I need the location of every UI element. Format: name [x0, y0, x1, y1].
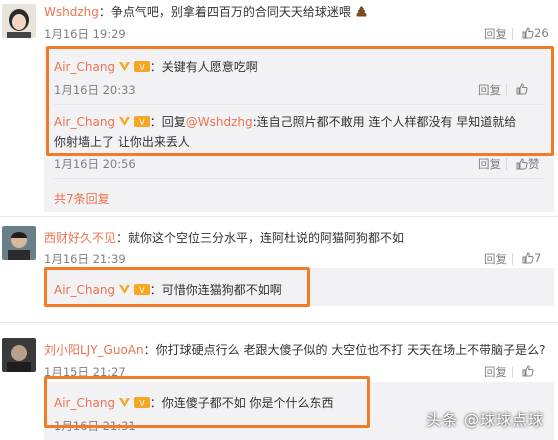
- like-count: 26: [534, 26, 549, 40]
- thumbs-up-icon: [522, 27, 534, 39]
- like-count: 7: [534, 251, 542, 265]
- comment-body: 刘小阳LJY_GuoAn：你打球硬点行么 老跟大傻子似的 大空位也不打 天天在场…: [44, 341, 554, 358]
- comment-username[interactable]: Wshdzhg: [44, 5, 99, 19]
- more-replies-link[interactable]: 共7条回复: [54, 190, 110, 207]
- comment-text: 就你这个空位三分水平，连阿杜说的阿猫阿狗都不如: [128, 231, 405, 245]
- divider: [54, 178, 544, 179]
- comment-text: 争点气吧，别拿着四百万的合同天天给球迷喂: [110, 5, 351, 19]
- comment-username[interactable]: 西财好久不见: [44, 231, 116, 245]
- reply-time: 1月16日 20:56: [54, 157, 136, 171]
- reply-button[interactable]: 回复: [478, 156, 501, 172]
- like-button[interactable]: 赞: [516, 156, 540, 172]
- thumbs-up-icon: [522, 252, 534, 264]
- thumbs-up-icon: [516, 158, 528, 170]
- like-button[interactable]: 7: [522, 251, 541, 265]
- separator: ：: [116, 231, 129, 245]
- divider: [506, 158, 507, 170]
- highlight-box: [46, 46, 554, 156]
- reply-button[interactable]: 回复: [484, 364, 507, 380]
- reply-button[interactable]: 回复: [484, 251, 507, 267]
- separator: ：: [143, 343, 156, 357]
- divider: [0, 216, 558, 217]
- comment-text: 你打球硬点行么 老跟大傻子似的 大空位也不打 天天在场上不带脑子是么?: [155, 343, 546, 357]
- like-button[interactable]: 26: [522, 26, 549, 40]
- divider: [0, 322, 558, 323]
- avatar[interactable]: [2, 226, 36, 260]
- comment-username[interactable]: 刘小阳LJY_GuoAn: [44, 343, 144, 357]
- separator: ：: [98, 5, 111, 19]
- thumbs-up-icon: [522, 365, 534, 377]
- like-label: 赞: [528, 157, 540, 171]
- reply-button[interactable]: 回复: [484, 26, 507, 42]
- divider: [512, 28, 513, 40]
- highlight-box: [44, 376, 370, 428]
- divider: [512, 253, 513, 265]
- comment-time: 1月16日 21:39: [44, 252, 126, 266]
- comment-body: 西财好久不见：就你这个空位三分水平，连阿杜说的阿猫阿狗都不如: [44, 229, 544, 246]
- poop-icon: [355, 5, 368, 21]
- comment-body: Wshdzhg：争点气吧，别拿着四百万的合同天天给球迷喂: [44, 3, 544, 21]
- like-button[interactable]: [522, 364, 534, 378]
- divider: [512, 366, 513, 378]
- highlight-box: [44, 267, 310, 307]
- watermark: 头条 @球球点球: [426, 411, 544, 429]
- avatar[interactable]: [2, 4, 36, 38]
- comment-time: 1月16日 19:29: [44, 27, 126, 41]
- avatar[interactable]: [2, 338, 36, 372]
